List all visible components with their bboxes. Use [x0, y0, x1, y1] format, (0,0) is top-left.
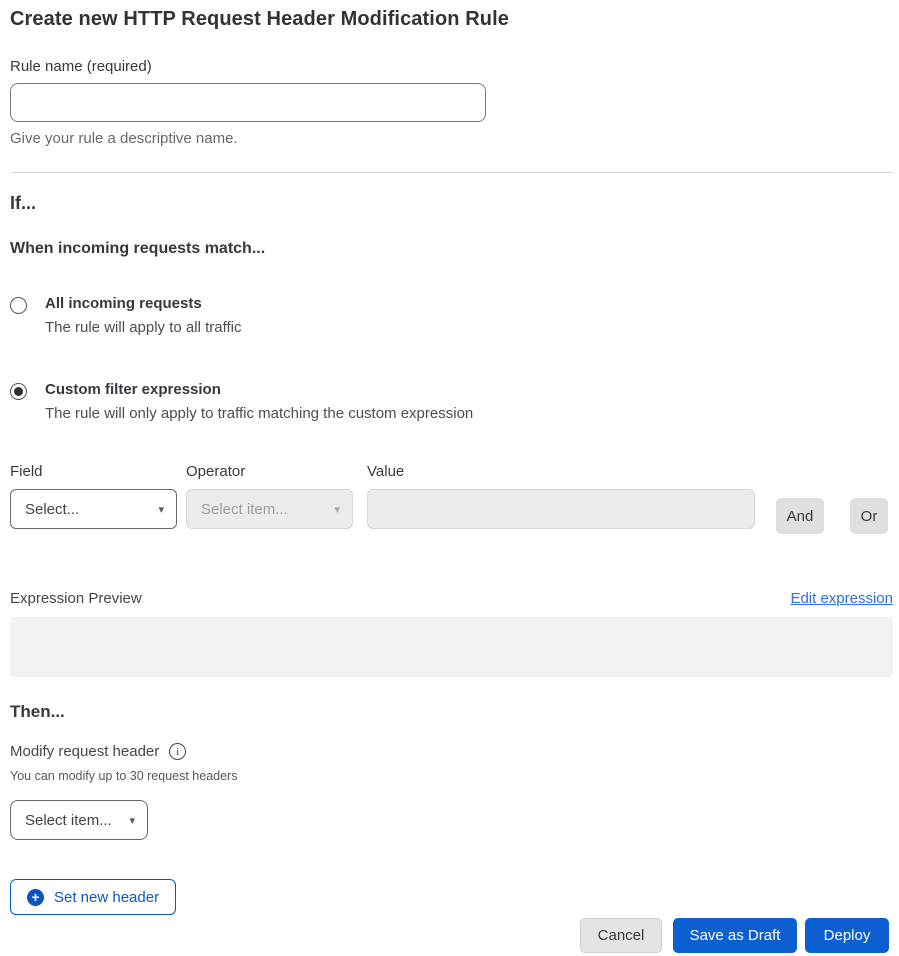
field-select-value: Select...: [25, 501, 79, 518]
radio-description: The rule will only apply to traffic matc…: [45, 405, 473, 422]
header-item-select-value: Select item...: [25, 812, 112, 829]
info-icon[interactable]: i: [169, 743, 186, 760]
and-button[interactable]: And: [776, 498, 824, 534]
set-new-header-button[interactable]: + Set new header: [10, 879, 176, 915]
page-title: Create new HTTP Request Header Modificat…: [10, 8, 893, 31]
or-button[interactable]: Or: [850, 498, 888, 534]
value-column: Value: [367, 463, 755, 529]
modify-header-row: Modify request header i: [10, 743, 893, 760]
section-divider: [10, 172, 893, 173]
create-rule-form: Create new HTTP Request Header Modificat…: [0, 0, 899, 953]
field-label: Field: [10, 463, 177, 480]
if-heading: If...: [10, 193, 893, 214]
then-heading: Then...: [10, 702, 893, 722]
expression-preview-label: Expression Preview: [10, 590, 142, 607]
header-item-select[interactable]: Select item... ▾: [10, 800, 148, 840]
expression-preview-box: [10, 617, 893, 677]
rule-name-input[interactable]: [10, 83, 486, 122]
field-column: Field Select... ▾: [10, 463, 177, 529]
chevron-down-icon: ▾: [334, 503, 340, 516]
value-label: Value: [367, 463, 755, 480]
match-subheading: When incoming requests match...: [10, 240, 893, 258]
radio-option-texts: All incoming requests The rule will appl…: [45, 295, 241, 336]
operator-column: Operator Select item... ▾: [186, 463, 353, 529]
radio-option-custom-expression[interactable]: Custom filter expression The rule will o…: [10, 381, 893, 422]
rule-name-label: Rule name (required): [10, 58, 893, 75]
deploy-button[interactable]: Deploy: [805, 918, 889, 953]
plus-circle-icon: +: [27, 889, 44, 906]
rule-name-helper: Give your rule a descriptive name.: [10, 130, 893, 147]
radio-option-all-requests[interactable]: All incoming requests The rule will appl…: [10, 295, 893, 336]
radio-checked-icon[interactable]: [10, 383, 27, 400]
value-input: [367, 489, 755, 529]
modify-header-helper: You can modify up to 30 request headers: [10, 769, 893, 783]
cancel-button[interactable]: Cancel: [580, 918, 662, 953]
modify-request-header-label: Modify request header: [10, 743, 159, 760]
expression-preview-header: Expression Preview Edit expression: [10, 590, 893, 607]
radio-label: Custom filter expression: [45, 381, 473, 398]
chevron-down-icon: ▾: [158, 503, 164, 516]
set-new-header-label: Set new header: [54, 889, 159, 906]
chevron-down-icon: ▾: [129, 814, 135, 827]
operator-label: Operator: [186, 463, 353, 480]
form-footer: Cancel Save as Draft Deploy: [10, 918, 893, 953]
radio-label: All incoming requests: [45, 295, 241, 312]
radio-unchecked-icon[interactable]: [10, 297, 27, 314]
field-select[interactable]: Select... ▾: [10, 489, 177, 529]
expression-builder-row: Field Select... ▾ Operator Select item..…: [10, 463, 893, 534]
edit-expression-link[interactable]: Edit expression: [790, 590, 893, 607]
operator-select: Select item... ▾: [186, 489, 353, 529]
radio-option-texts: Custom filter expression The rule will o…: [45, 381, 473, 422]
radio-description: The rule will apply to all traffic: [45, 319, 241, 336]
save-as-draft-button[interactable]: Save as Draft: [673, 918, 797, 953]
operator-select-value: Select item...: [201, 501, 288, 518]
